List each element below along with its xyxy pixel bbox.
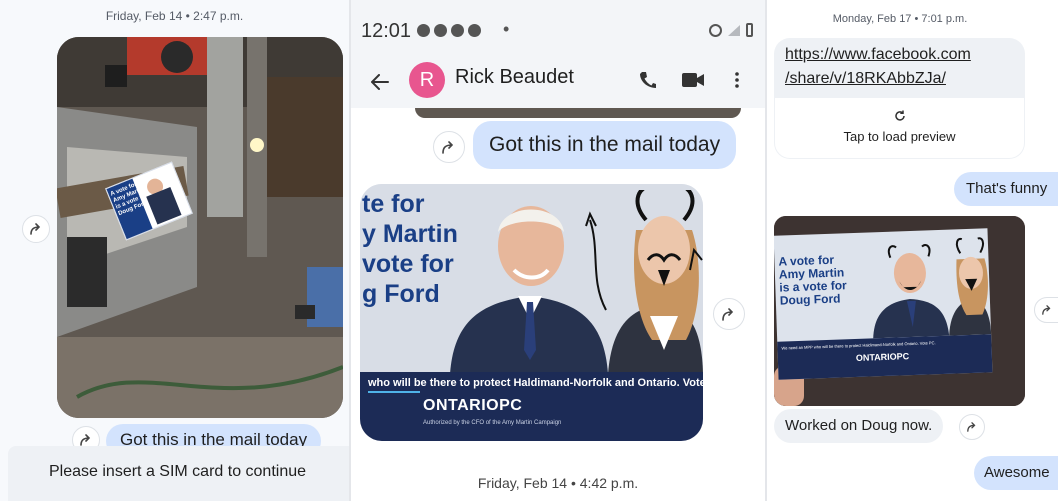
poster-headline-4: g Ford: [362, 280, 440, 308]
right-conversation-panel: Monday, Feb 17 • 7:01 p.m. https://www.f…: [767, 0, 1058, 501]
forward-icon: [80, 434, 91, 446]
call-button[interactable]: [634, 66, 662, 94]
garage-scene-graphic: [57, 37, 343, 418]
poster-authorized: Authorized by the CFO of the Amy Martin …: [423, 420, 562, 426]
message-bubble-incoming[interactable]: Worked on Doug now.: [774, 409, 944, 443]
garage-photo[interactable]: A vote for Amy Martin is a vote for Doug…: [57, 37, 343, 418]
back-arrow-icon: [371, 74, 389, 90]
contact-avatar[interactable]: R: [409, 62, 445, 98]
flyer-people-graphic: [873, 237, 992, 339]
signal-icon: [728, 25, 740, 36]
facebook-icon: [451, 24, 464, 37]
footer-timestamp: Friday, Feb 14 • 4:42 p.m.: [477, 475, 639, 491]
middle-conversation-panel: 12:01 • R Rick Beaudet Got this in the m…: [351, 0, 765, 501]
message-bubble-outgoing[interactable]: Got this in the mail today: [473, 121, 737, 169]
link-line-1[interactable]: https://www.facebook.com: [785, 46, 971, 64]
left-conversation-panel: Friday, Feb 14 • 2:47 p.m. A vote for Am…: [0, 0, 349, 501]
flyer-card: A vote for Amy Martin is a vote for Doug…: [774, 228, 993, 380]
status-dot: •: [503, 19, 510, 39]
battery-icon: [746, 23, 753, 37]
timestamp: Friday, Feb 14 • 2:47 p.m.: [105, 9, 244, 23]
poster-photo[interactable]: te for y Martin vote for g Ford who will…: [360, 184, 703, 441]
messenger-icon: [468, 24, 481, 37]
facebook-icon: [417, 24, 430, 37]
poster-tagline: who will be there to protect Haldimand-N…: [368, 377, 703, 389]
poster-footer: who will be there to protect Haldimand-N…: [360, 372, 703, 441]
poster-tagline-underline: [368, 391, 420, 393]
reply-bubble-awesome[interactable]: Awesome: [974, 456, 1058, 490]
avatar-letter: R: [419, 68, 435, 91]
status-time: 12:01: [361, 20, 412, 42]
back-button[interactable]: [365, 67, 395, 97]
video-call-button[interactable]: [678, 66, 708, 94]
forward-button[interactable]: [22, 215, 50, 243]
forward-button[interactable]: [433, 131, 465, 163]
facebook-icon: [434, 24, 447, 37]
more-options-button[interactable]: [727, 66, 747, 94]
app-bar: R Rick Beaudet: [351, 58, 765, 108]
contact-name[interactable]: Rick Beaudet: [455, 66, 574, 89]
preview-label: Tap to load preview: [843, 129, 956, 144]
poster-people-graphic: [450, 190, 703, 374]
forward-icon: [442, 140, 454, 154]
link-line-2[interactable]: /share/v/18RKAbbZJa/: [785, 70, 946, 88]
forward-icon: [1042, 305, 1051, 315]
alarm-icon: [709, 24, 722, 37]
reply-bubble-funny[interactable]: That's funny: [954, 172, 1058, 206]
poster-headline-1: te for: [362, 190, 425, 218]
forward-icon: [30, 223, 41, 235]
refresh-icon: [895, 110, 905, 121]
flyer-logo: ONTARIOPC: [855, 351, 910, 363]
link-message[interactable]: https://www.facebook.com /share/v/18RKAb…: [774, 38, 1025, 159]
flyer-photo[interactable]: A vote for Amy Martin is a vote for Doug…: [774, 216, 1025, 406]
more-vert-icon: [735, 72, 739, 88]
flyer-line-4: Doug Ford: [779, 291, 841, 308]
poster-logo: ONTARIOPC: [423, 397, 523, 414]
notification-icons: [417, 24, 481, 37]
forward-button-2[interactable]: [713, 298, 745, 330]
video-camera-icon: [682, 73, 704, 87]
timestamp: Monday, Feb 17 • 7:01 p.m.: [832, 13, 968, 25]
status-bar: 12:01 •: [351, 0, 765, 58]
flyer-small-text: We need an MPP who will be there to prot…: [781, 340, 936, 351]
forward-button[interactable]: [1034, 297, 1058, 323]
previous-photo-edge: [415, 108, 741, 118]
forward-icon: [722, 307, 734, 321]
sim-banner: Please insert a SIM card to continue: [8, 446, 349, 501]
link-preview-card[interactable]: Tap to load preview: [775, 98, 1024, 158]
phone-icon: [640, 72, 656, 88]
flyer-footer: We need an MPP who will be there to prot…: [777, 334, 993, 380]
forward-icon: [967, 422, 976, 432]
sim-banner-text: Please insert a SIM card to continue: [49, 463, 307, 480]
forward-button-2[interactable]: [959, 414, 985, 440]
